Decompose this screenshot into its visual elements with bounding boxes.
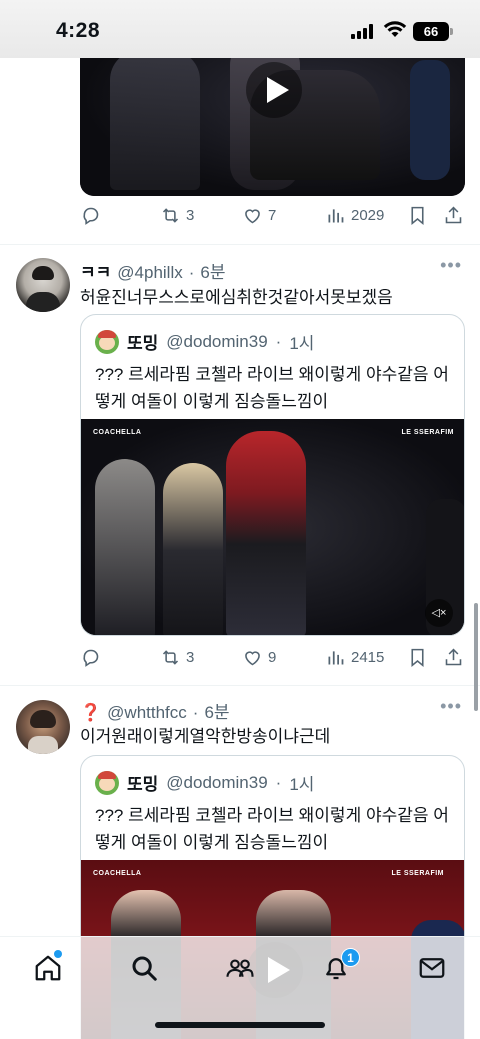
- communities-icon: [226, 959, 254, 977]
- share-icon: [445, 206, 462, 224]
- author-name[interactable]: ❓: [80, 703, 101, 723]
- tweet-header: ❓ @whtthfcc · 6분: [80, 698, 230, 723]
- mute-icon[interactable]: ◁×: [425, 599, 453, 627]
- avatar[interactable]: [16, 258, 70, 312]
- tweet-text: 이거원래이렇게열악한방송이냐근데: [80, 727, 331, 746]
- quote-header: 또밍 @dodomin39 · 1시: [95, 329, 314, 354]
- views-button[interactable]: 2029: [325, 205, 384, 226]
- tab-communities[interactable]: [225, 953, 255, 983]
- reply-icon: [83, 649, 99, 667]
- reply-icon: [83, 207, 99, 225]
- like-icon: [245, 651, 260, 666]
- like-icon: [245, 209, 260, 224]
- bookmark-button[interactable]: [407, 205, 428, 226]
- quote-header: 또밍 @dodomin39 · 1시: [95, 770, 314, 795]
- media-label-right: LE SSERAFIM: [391, 870, 444, 877]
- quote-avatar: [95, 329, 119, 354]
- like-count: 9: [268, 649, 277, 666]
- views-button[interactable]: 2415: [325, 647, 384, 668]
- quote-video[interactable]: COACHELLA LE SSERAFIM ◁×: [81, 419, 464, 635]
- reply-button[interactable]: [80, 647, 106, 668]
- quote-author-name: 또밍: [127, 775, 159, 794]
- battery-indicator: 66: [413, 22, 453, 41]
- tab-search[interactable]: [129, 953, 159, 983]
- tweet-actions: 3 9 2415: [80, 647, 465, 673]
- views-count: 2415: [351, 649, 385, 666]
- tweet-text: 허윤진너무스스로에심취한것같아서못보겠음: [80, 288, 393, 307]
- author-handle[interactable]: @4phillx: [117, 263, 182, 283]
- bookmark-icon: [411, 206, 424, 226]
- divider: [0, 244, 480, 245]
- quote-text: ??? 르세라핌 코첼라 라이브 왜이렇게 야수같음 어떻게 여돌이 이렇게 짐…: [95, 365, 449, 411]
- status-time: 4:28: [56, 19, 101, 42]
- retweet-count: 3: [186, 207, 195, 224]
- bookmark-icon: [411, 648, 424, 668]
- quote-author-name: 또밍: [127, 334, 159, 353]
- media-label-right: LE SSERAFIM: [401, 429, 454, 436]
- divider: [0, 685, 480, 686]
- share-icon: [445, 648, 462, 666]
- wifi-icon: [383, 21, 407, 37]
- scrollbar[interactable]: [474, 603, 478, 711]
- media-label-left: COACHELLA: [93, 870, 142, 877]
- quote-time: 1시: [289, 775, 315, 794]
- retweet-button[interactable]: 3: [160, 205, 194, 226]
- tweet-time: 6분: [204, 703, 230, 722]
- status-bar: 4:28 66: [0, 0, 480, 58]
- messages-icon: [419, 958, 445, 978]
- retweet-icon: [162, 650, 179, 665]
- quote-author-handle: @dodomin39: [166, 772, 268, 792]
- notifications-badge: 1: [341, 948, 360, 967]
- tweet-actions: 3 7 2029: [80, 205, 465, 231]
- quote-time: 1시: [289, 334, 315, 353]
- share-button[interactable]: [443, 205, 464, 226]
- views-icon: [328, 209, 344, 223]
- quote-author-handle: @dodomin39: [166, 331, 268, 351]
- retweet-icon: [162, 208, 179, 223]
- views-icon: [328, 651, 344, 665]
- cellular-signal-icon: [351, 24, 375, 39]
- share-button[interactable]: [443, 647, 464, 668]
- like-button[interactable]: 9: [242, 647, 276, 668]
- tweet-time: 6분: [200, 263, 226, 282]
- play-icon[interactable]: [246, 62, 302, 118]
- quote-text: ??? 르세라핌 코첼라 라이브 왜이렇게 야수같음 어떻게 여돌이 이렇게 짐…: [95, 806, 449, 852]
- retweet-count: 3: [186, 649, 195, 666]
- avatar[interactable]: [16, 700, 70, 754]
- author-name[interactable]: ㅋㅋ: [80, 258, 111, 283]
- reply-button[interactable]: [80, 205, 106, 226]
- like-button[interactable]: 7: [242, 205, 276, 226]
- tab-messages[interactable]: [417, 953, 447, 983]
- quote-avatar: [95, 770, 119, 795]
- author-handle[interactable]: @whtthfcc: [107, 703, 187, 723]
- like-count: 7: [268, 207, 277, 224]
- quote-tweet[interactable]: 또밍 @dodomin39 · 1시 ??? 르세라핌 코첼라 라이브 왜이렇게…: [80, 314, 465, 636]
- more-icon[interactable]: •••: [440, 255, 462, 276]
- media-label-left: COACHELLA: [93, 429, 142, 436]
- tweet-header: ㅋㅋ @4phillx · 6분: [80, 258, 226, 283]
- more-icon[interactable]: •••: [440, 696, 462, 717]
- bookmark-button[interactable]: [407, 647, 428, 668]
- search-icon: [132, 956, 157, 981]
- home-indicator: [155, 1022, 325, 1028]
- retweet-button[interactable]: 3: [160, 647, 194, 668]
- home-unread-dot: [54, 950, 62, 958]
- views-count: 2029: [351, 207, 385, 224]
